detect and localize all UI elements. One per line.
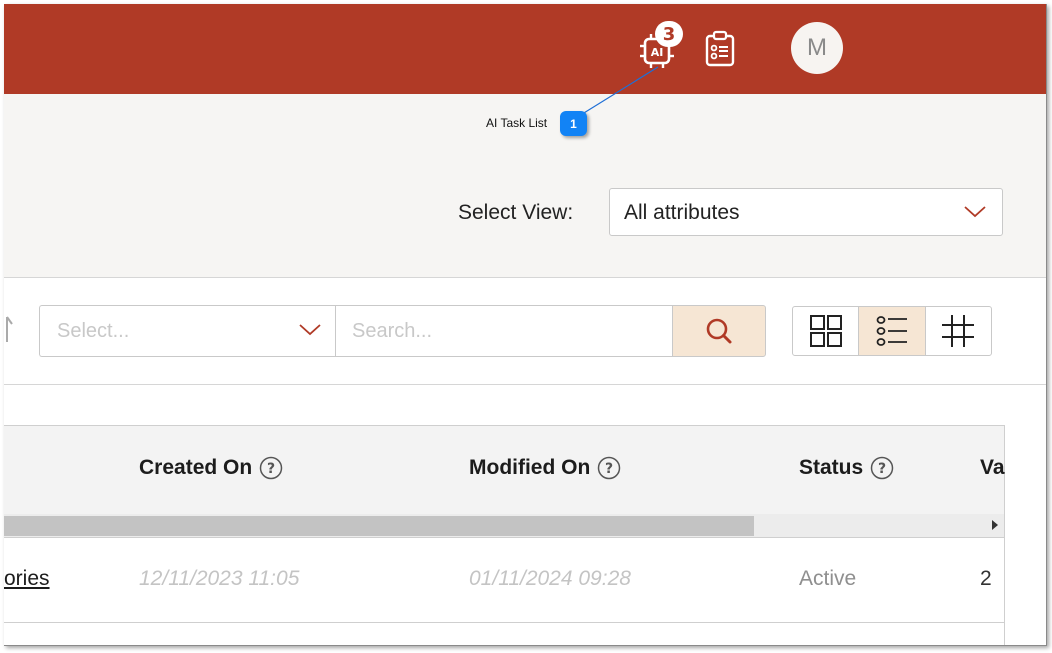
grid-icon	[809, 315, 842, 347]
column-header-created-on[interactable]: Created On ?	[139, 456, 283, 480]
chevron-down-icon	[299, 324, 321, 336]
scroll-right-arrow-icon[interactable]	[992, 520, 998, 530]
view-mode-toggle	[792, 306, 992, 356]
svg-text:AI: AI	[651, 46, 664, 59]
row-value: 2	[980, 567, 992, 590]
svg-text:?: ?	[267, 461, 275, 477]
callout-label: AI Task List	[486, 116, 548, 130]
select-view-dropdown[interactable]: All attributes	[609, 188, 1003, 236]
horizontal-scrollbar[interactable]	[4, 514, 1004, 538]
svg-text:?: ?	[605, 461, 613, 477]
help-icon[interactable]: ?	[597, 456, 621, 480]
callout-number-badge: 1	[560, 111, 587, 136]
table-row: ories 12/11/2023 11:05 01/11/2024 09:28 …	[4, 538, 1004, 623]
row-status: Active	[799, 567, 857, 590]
task-clipboard-button[interactable]	[703, 30, 737, 68]
list-view-button[interactable]	[858, 307, 925, 355]
clipboard-list-icon	[705, 30, 735, 67]
filter-field-select[interactable]: Select...	[39, 305, 336, 357]
list-icon	[876, 316, 907, 346]
search-input[interactable]	[335, 305, 673, 357]
user-avatar[interactable]: M	[791, 22, 843, 74]
column-header-status[interactable]: Status ?	[799, 456, 894, 480]
grid-view-button[interactable]	[793, 307, 858, 355]
select-view-value: All attributes	[624, 201, 740, 224]
search-icon	[706, 318, 732, 344]
ai-task-count-badge: 3	[655, 21, 683, 47]
app-window: AI 3 M AI Task List 1 Select View: All a…	[4, 4, 1047, 646]
results-table: Created On ? Modified On ? Status ? Va o…	[4, 425, 1005, 645]
chevron-down-icon	[964, 206, 986, 218]
help-icon[interactable]: ?	[259, 456, 283, 480]
select-view-label: Select View:	[458, 201, 574, 224]
sort-arrow-icon[interactable]	[4, 314, 14, 344]
search-button[interactable]	[672, 305, 766, 357]
row-name-link[interactable]: ories	[4, 567, 50, 591]
help-icon[interactable]: ?	[870, 456, 894, 480]
column-header-modified-on[interactable]: Modified On ?	[469, 456, 621, 480]
table-grid-icon	[942, 315, 975, 347]
row-modified-on: 01/11/2024 09:28	[469, 567, 631, 590]
table-header: Created On ? Modified On ? Status ? Va	[4, 426, 1005, 514]
scrollbar-thumb[interactable]	[4, 516, 754, 536]
column-header-value[interactable]: Va	[980, 456, 1005, 480]
row-created-on: 12/11/2023 11:05	[139, 567, 300, 590]
svg-text:?: ?	[878, 461, 886, 477]
top-navigation-bar: AI 3 M	[4, 4, 1046, 94]
filter-select-placeholder: Select...	[57, 320, 130, 342]
table-view-button[interactable]	[924, 307, 991, 355]
